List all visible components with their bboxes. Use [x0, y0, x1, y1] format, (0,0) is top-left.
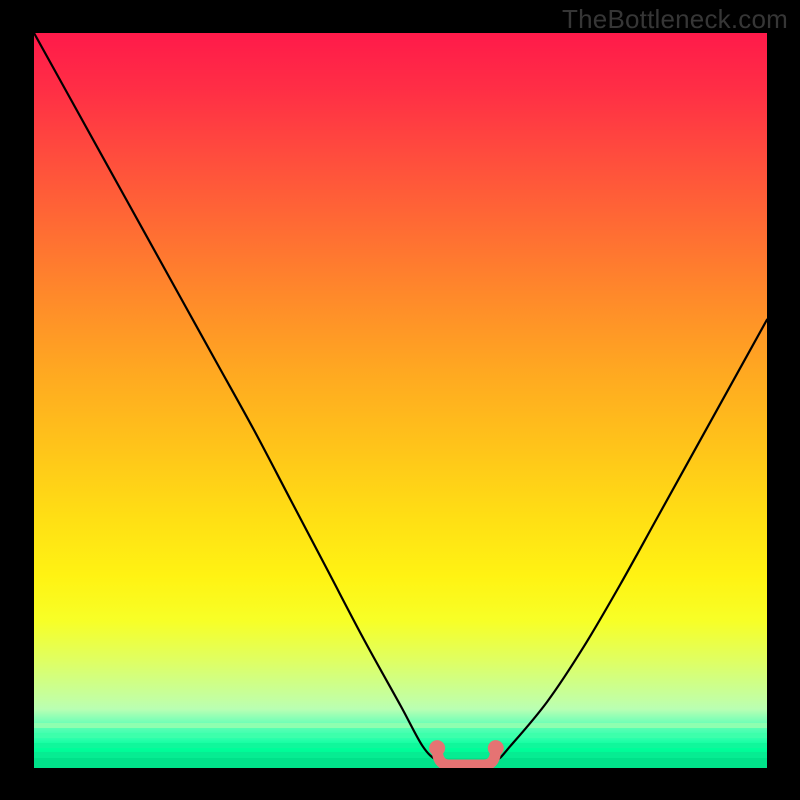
bottleneck-curve-svg — [34, 33, 767, 768]
optimal-marker-dot-left — [429, 740, 445, 756]
watermark-text: TheBottleneck.com — [562, 4, 788, 35]
chart-frame: TheBottleneck.com — [0, 0, 800, 800]
bottleneck-curve — [34, 33, 767, 766]
plot-area — [34, 33, 767, 768]
optimal-marker-dot-right — [488, 740, 504, 756]
optimal-marker — [437, 748, 496, 765]
